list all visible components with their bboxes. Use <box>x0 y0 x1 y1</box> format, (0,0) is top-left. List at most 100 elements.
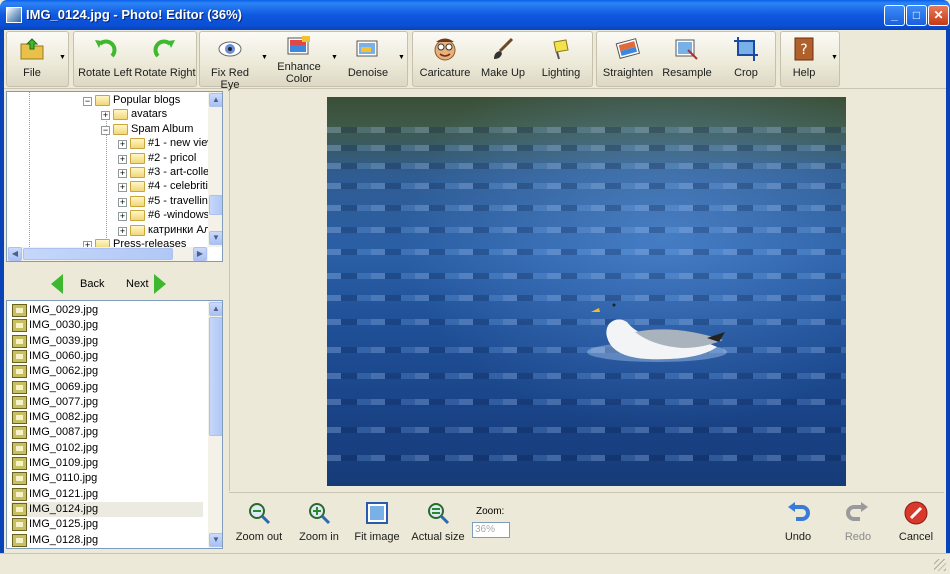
straighten-button[interactable]: Straighten <box>599 32 657 86</box>
expand-icon[interactable]: + <box>118 226 127 236</box>
maximize-button[interactable]: □ <box>906 5 927 26</box>
expand-icon[interactable]: + <box>118 140 127 150</box>
minimize-button[interactable]: _ <box>884 5 905 26</box>
tree-item-label: #2 - pricol <box>148 151 197 164</box>
photo-preview[interactable] <box>327 97 846 486</box>
help-button[interactable]: ? Help <box>781 32 827 86</box>
file-scroll-down-arrow[interactable]: ▼ <box>209 533 222 547</box>
fit-image-button[interactable]: Fit image <box>353 499 401 547</box>
tree-item-label: #5 - travelling <box>148 194 215 207</box>
jpg-file-icon <box>12 502 27 516</box>
file-name: IMG_0082.jpg <box>29 411 99 424</box>
close-button[interactable]: ✕ <box>928 5 949 26</box>
tree-vertical-scrollbar[interactable]: ▲ ▼ <box>208 92 222 247</box>
tree-horizontal-thumb[interactable] <box>23 248 173 260</box>
resample-button[interactable]: Resample <box>657 32 717 86</box>
enhance-label-line1: Enhance <box>277 61 321 73</box>
tree-scroll-right-arrow[interactable]: ▶ <box>193 247 207 261</box>
tree-scroll-thumb[interactable] <box>209 195 222 215</box>
file-list-item[interactable]: IMG_0082.jpg <box>11 410 203 425</box>
actual-size-button[interactable]: Actual size <box>409 499 467 547</box>
file-list-item[interactable]: IMG_0030.jpg <box>11 318 203 333</box>
expand-icon[interactable]: + <box>118 212 127 222</box>
expand-icon[interactable]: + <box>118 169 127 178</box>
collapse-icon[interactable]: − <box>101 125 110 135</box>
enhance-color-dropdown-arrow[interactable]: ▼ <box>331 54 338 64</box>
file-list-item[interactable]: IMG_0128.jpg <box>11 533 203 548</box>
tree-horizontal-scrollbar[interactable]: ◀ ▶ <box>7 247 208 261</box>
rotate-right-button[interactable]: Rotate Right <box>134 32 196 86</box>
help-group: ? Help ▼ <box>780 31 840 87</box>
zoom-in-button[interactable]: Zoom in <box>293 499 345 547</box>
file-list-item[interactable]: IMG_0077.jpg <box>11 395 203 410</box>
expand-icon[interactable]: + <box>118 183 127 193</box>
file-list-item[interactable]: IMG_0069.jpg <box>11 380 203 395</box>
lighting-button[interactable]: Lighting <box>531 32 591 86</box>
file-list-item[interactable]: IMG_0125.jpg <box>11 517 203 532</box>
title-bar[interactable]: IMG_0124.jpg - Photo! Editor (36%) _ □ ✕ <box>0 0 950 30</box>
jpg-file-icon <box>12 487 27 501</box>
expand-icon[interactable]: + <box>118 154 127 164</box>
file-list-item[interactable]: IMG_0087.jpg <box>11 425 203 440</box>
straighten-icon <box>615 38 641 59</box>
denoise-dropdown-arrow[interactable]: ▼ <box>398 54 405 64</box>
file-scroll-thumb[interactable] <box>209 317 222 436</box>
help-dropdown-arrow[interactable]: ▼ <box>831 54 838 64</box>
file-list-scrollbar[interactable]: ▲ ▼ <box>208 301 222 548</box>
jpg-file-icon <box>12 395 27 409</box>
denoise-button[interactable]: Denoise <box>340 32 396 86</box>
window-title: IMG_0124.jpg - Photo! Editor (36%) <box>26 7 242 22</box>
jpg-file-icon <box>12 380 27 394</box>
fix-red-eye-button[interactable]: Fix Red Eye <box>202 32 258 91</box>
rotate-left-button[interactable]: Rotate Left <box>76 32 134 86</box>
open-folder-icon <box>20 38 44 60</box>
caricature-button[interactable]: Caricature <box>415 32 475 86</box>
lamp-icon <box>553 39 569 60</box>
eye-icon <box>218 41 242 57</box>
file-list-item[interactable]: IMG_0121.jpg <box>11 487 203 502</box>
zoom-field[interactable]: 36% <box>472 522 510 538</box>
folder-icon <box>113 109 128 121</box>
file-list[interactable]: IMG_0029.jpg IMG_0030.jpg IMG_0039.jpg IMG_… <box>6 300 223 549</box>
crop-button[interactable]: Crop <box>717 32 775 86</box>
file-list-item[interactable]: IMG_0110.jpg <box>11 471 203 486</box>
file-button[interactable]: File <box>7 32 57 86</box>
jpg-file-icon <box>12 457 27 470</box>
actual-size-icon <box>428 503 450 525</box>
file-list-item[interactable]: IMG_0062.jpg <box>11 364 203 379</box>
file-list-item[interactable]: IMG_0124.jpg <box>11 501 203 517</box>
folder-icon <box>130 138 145 150</box>
jpg-file-icon <box>12 441 27 455</box>
tree-scroll-up-arrow[interactable]: ▲ <box>209 93 222 107</box>
file-list-item[interactable]: IMG_0039.jpg <box>11 334 203 349</box>
resample-icon <box>675 39 698 60</box>
expand-icon[interactable]: + <box>101 111 110 121</box>
make-up-button[interactable]: Make Up <box>475 32 531 86</box>
file-list-item[interactable]: IMG_0029.jpg <box>11 303 203 318</box>
back-button[interactable]: Back <box>51 272 111 296</box>
fix-red-eye-dropdown-arrow[interactable]: ▼ <box>261 54 268 64</box>
file-name: IMG_0128.jpg <box>29 533 99 546</box>
tree-scroll-down-arrow[interactable]: ▼ <box>209 231 222 245</box>
app-icon <box>6 7 22 23</box>
svg-text:?: ? <box>800 42 807 58</box>
redo-button[interactable]: Redo <box>833 499 883 547</box>
cancel-button[interactable]: Cancel <box>891 499 941 547</box>
file-name: IMG_0029.jpg <box>29 304 99 316</box>
folder-icon <box>130 195 145 207</box>
file-name: IMG_0087.jpg <box>29 426 99 439</box>
undo-button[interactable]: Undo <box>773 499 823 547</box>
file-list-item[interactable]: IMG_0102.jpg <box>11 441 203 456</box>
tree-scroll-left-arrow[interactable]: ◀ <box>8 247 22 261</box>
resize-grip[interactable] <box>934 559 946 571</box>
folder-tree[interactable]: − Popular blogs + avatars − Spam Album + #1 - n… <box>6 91 223 262</box>
collapse-icon[interactable]: − <box>83 97 92 106</box>
expand-icon[interactable]: + <box>118 197 127 207</box>
next-button[interactable]: Next <box>126 272 176 296</box>
file-list-item[interactable]: IMG_0109.jpg <box>11 456 203 471</box>
file-scroll-up-arrow[interactable]: ▲ <box>209 302 222 316</box>
enhance-color-button[interactable]: Enhance Color <box>270 32 328 86</box>
file-dropdown-arrow[interactable]: ▼ <box>59 54 66 64</box>
file-list-item[interactable]: IMG_0060.jpg <box>11 349 203 364</box>
zoom-out-button[interactable]: Zoom out <box>233 499 285 547</box>
